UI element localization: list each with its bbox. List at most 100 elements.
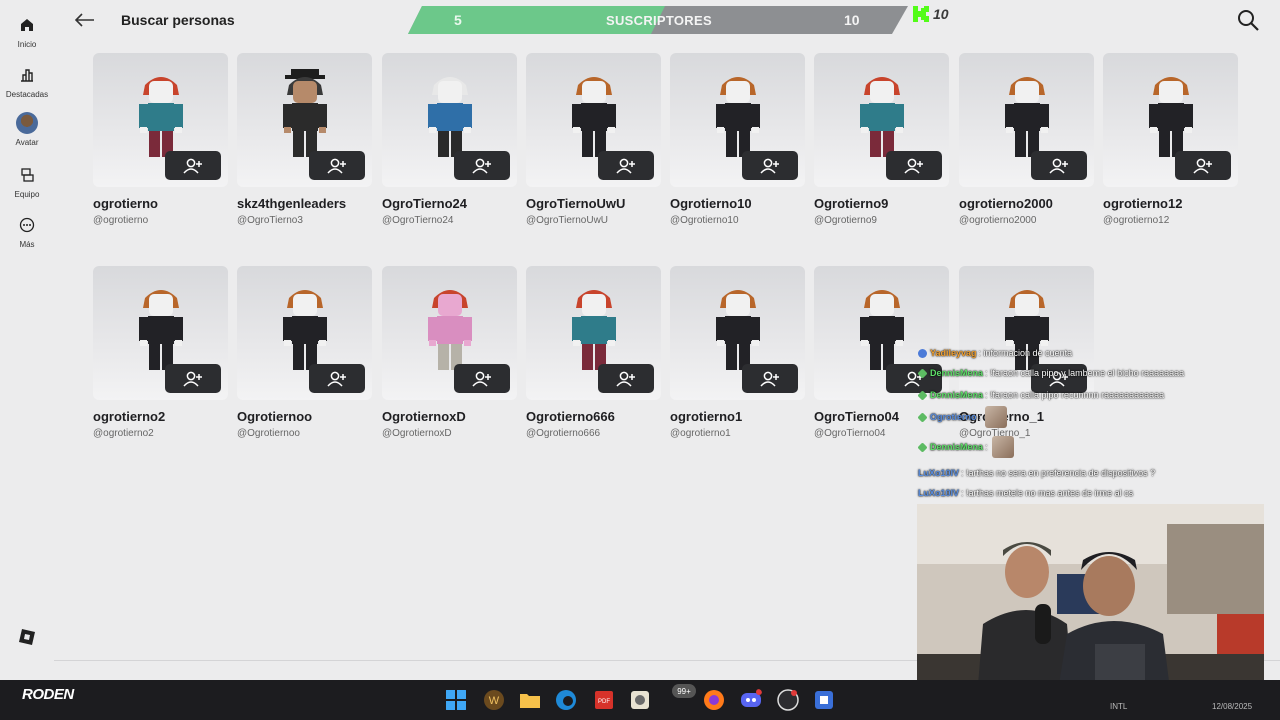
add-friend-icon	[472, 371, 491, 387]
avatar-thumbnail[interactable]	[1103, 53, 1238, 187]
person-username: @ogrotierno2000	[959, 215, 1037, 226]
page-title: Buscar personas	[121, 12, 235, 28]
keyboard-language[interactable]: INTL	[1110, 702, 1127, 711]
add-friend-button[interactable]	[454, 364, 510, 393]
chat-message: DennisMena:	[917, 436, 1014, 458]
search-button[interactable]	[1236, 8, 1262, 34]
person-display-name[interactable]: Ogrotierno9	[814, 196, 949, 211]
add-friend-button[interactable]	[165, 364, 221, 393]
sidebar-item-mas[interactable]: Más	[0, 214, 54, 249]
add-friend-icon	[327, 371, 346, 387]
sidebar-item-equipo[interactable]: Equipo	[0, 164, 54, 199]
sidebar-item-avatar[interactable]: Avatar	[0, 112, 54, 147]
person-card[interactable]: Ogrotiernoo @Ogrotiernoo	[237, 266, 372, 439]
person-card[interactable]: OgroTiernoUwU @OgroTiernoUwU	[526, 53, 661, 226]
person-username: @ogrotierno1	[670, 428, 731, 439]
person-card[interactable]: OgrotiernoxD @OgrotiernoxD	[382, 266, 517, 439]
avatar-thumbnail[interactable]	[237, 266, 372, 400]
add-friend-button[interactable]	[742, 151, 798, 180]
avatar-thumbnail[interactable]	[814, 53, 949, 187]
roblox-logo-icon[interactable]	[18, 628, 36, 646]
roblox-app-icon[interactable]	[813, 689, 835, 711]
avatar-thumbnail[interactable]	[382, 53, 517, 187]
search-icon	[1238, 10, 1259, 31]
add-friend-button[interactable]	[598, 151, 654, 180]
avatar-thumbnail[interactable]	[670, 53, 805, 187]
chat-badge-icon	[917, 367, 928, 379]
person-display-name[interactable]: ogrotierno2	[93, 409, 228, 424]
person-card[interactable]: skz4thgenleaders @OgroTierno3	[237, 53, 372, 226]
discord-icon[interactable]	[740, 689, 762, 711]
sidebar-item-destacadas[interactable]: Destacadas	[0, 64, 54, 99]
person-display-name[interactable]: Ogrotierno10	[670, 196, 805, 211]
avatar-thumbnail[interactable]	[93, 53, 228, 187]
person-username: @ogrotierno2	[93, 428, 154, 439]
chat-message: LuXo10IV: !arthas metele no mas antes de…	[918, 486, 1133, 500]
avatar-thumbnail[interactable]	[670, 266, 805, 400]
file-explorer-icon[interactable]	[519, 689, 541, 711]
person-display-name[interactable]: skz4thgenleaders	[237, 196, 372, 211]
chat-message: Ogrotierno:	[917, 406, 1008, 428]
add-friend-button[interactable]	[886, 151, 942, 180]
person-display-name[interactable]: ogrotierno	[93, 196, 228, 211]
chat-badge-icon	[917, 389, 928, 401]
person-card[interactable]: OgroTierno24 @OgroTierno24	[382, 53, 517, 226]
person-card[interactable]: Ogrotierno666 @Ogrotierno666	[526, 266, 661, 439]
person-card[interactable]: ogrotierno @ogrotierno	[93, 53, 228, 226]
kick-goal-count: 10	[933, 6, 949, 22]
add-friend-button[interactable]	[309, 151, 365, 180]
wow-icon[interactable]: W	[483, 689, 505, 711]
pdf-icon[interactable]: PDF	[593, 689, 615, 711]
person-username: @Ogrotiernoo	[237, 428, 300, 439]
person-card[interactable]: ogrotierno1 @ogrotierno1	[670, 266, 805, 439]
person-display-name[interactable]: OgrotiernoxD	[382, 409, 517, 424]
taskbar-date[interactable]: 12/08/2025	[1212, 702, 1252, 711]
add-friend-icon	[1049, 158, 1068, 174]
subscriber-goal-bar: 5 SUSCRIPTORES 10	[408, 6, 908, 34]
subscriber-label: SUSCRIPTORES	[606, 13, 712, 28]
edge-icon[interactable]	[555, 689, 577, 711]
chat-emote-icon	[985, 406, 1008, 428]
person-display-name[interactable]: Ogrotiernoo	[237, 409, 372, 424]
inventory-icon	[16, 164, 38, 186]
avatar-thumbnail[interactable]	[237, 53, 372, 187]
person-card[interactable]: ogrotierno12 @ogrotierno12	[1103, 53, 1238, 226]
obs-icon[interactable]	[777, 689, 799, 711]
person-card[interactable]: Ogrotierno10 @Ogrotierno10	[670, 53, 805, 226]
avatar-thumbnail[interactable]	[959, 53, 1094, 187]
add-friend-icon	[472, 158, 491, 174]
person-display-name[interactable]: ogrotierno1	[670, 409, 805, 424]
person-display-name[interactable]: ogrotierno12	[1103, 196, 1238, 211]
add-friend-button[interactable]	[598, 364, 654, 393]
add-friend-button[interactable]	[1175, 151, 1231, 180]
person-display-name[interactable]: OgroTiernoUwU	[526, 196, 661, 211]
chat-username: DennisMena	[930, 442, 984, 452]
app-icon[interactable]	[629, 689, 651, 711]
person-card[interactable]: ogrotierno2 @ogrotierno2	[93, 266, 228, 439]
add-friend-icon	[327, 158, 346, 174]
add-friend-button[interactable]	[309, 364, 365, 393]
avatar-thumbnail[interactable]	[526, 266, 661, 400]
add-friend-icon	[183, 158, 202, 174]
add-friend-button[interactable]	[454, 151, 510, 180]
windows-start-icon[interactable]	[445, 689, 467, 711]
stream-chat-overlay: Yadileyvag: informacion de cuenta DennisM…	[917, 332, 1280, 502]
chat-badge-icon	[917, 441, 928, 453]
add-friend-icon	[183, 371, 202, 387]
sidebar-item-label: Destacadas	[5, 90, 49, 99]
person-display-name[interactable]: ogrotierno2000	[959, 196, 1094, 211]
back-button[interactable]	[72, 8, 98, 32]
avatar-thumbnail[interactable]	[93, 266, 228, 400]
person-username: @ogrotierno12	[1103, 215, 1170, 226]
avatar-thumbnail[interactable]	[526, 53, 661, 187]
person-card[interactable]: ogrotierno2000 @ogrotierno2000	[959, 53, 1094, 226]
person-display-name[interactable]: OgroTierno24	[382, 196, 517, 211]
sidebar-item-inicio[interactable]: Inicio	[0, 14, 54, 49]
add-friend-button[interactable]	[742, 364, 798, 393]
add-friend-button[interactable]	[1031, 151, 1087, 180]
person-card[interactable]: Ogrotierno9 @Ogrotierno9	[814, 53, 949, 226]
add-friend-button[interactable]	[165, 151, 221, 180]
avatar-thumbnail[interactable]	[382, 266, 517, 400]
person-display-name[interactable]: Ogrotierno666	[526, 409, 661, 424]
firefox-icon[interactable]	[703, 689, 725, 711]
